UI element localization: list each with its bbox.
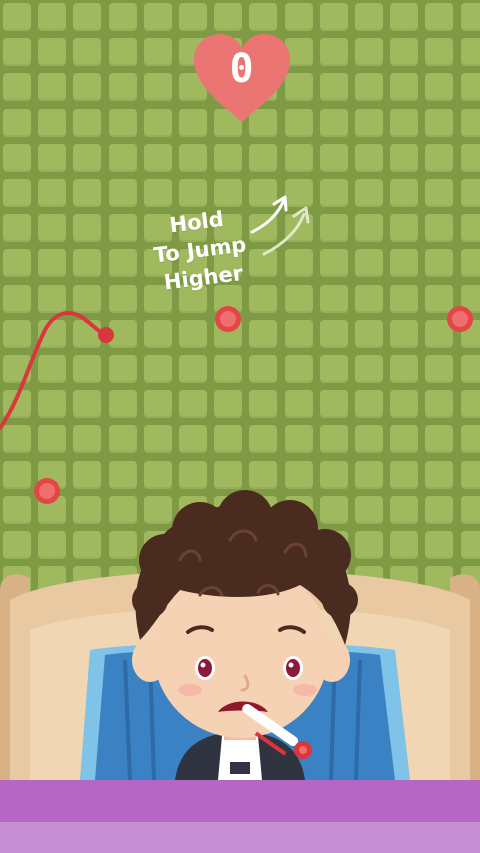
arrow-icon: [250, 195, 310, 256]
obstacle-dot: [215, 306, 241, 332]
floor-stripe-top: [0, 780, 480, 822]
obstacle-dot: [34, 478, 60, 504]
game-stage[interactable]: 0 Hold To Jump Higher: [0, 0, 480, 853]
scene-layer: [0, 195, 480, 790]
rope-end-dot: [98, 327, 114, 343]
obstacle-dot: [447, 306, 473, 332]
floor-stripe-bottom: [0, 822, 480, 853]
rope-trail: [0, 311, 108, 430]
